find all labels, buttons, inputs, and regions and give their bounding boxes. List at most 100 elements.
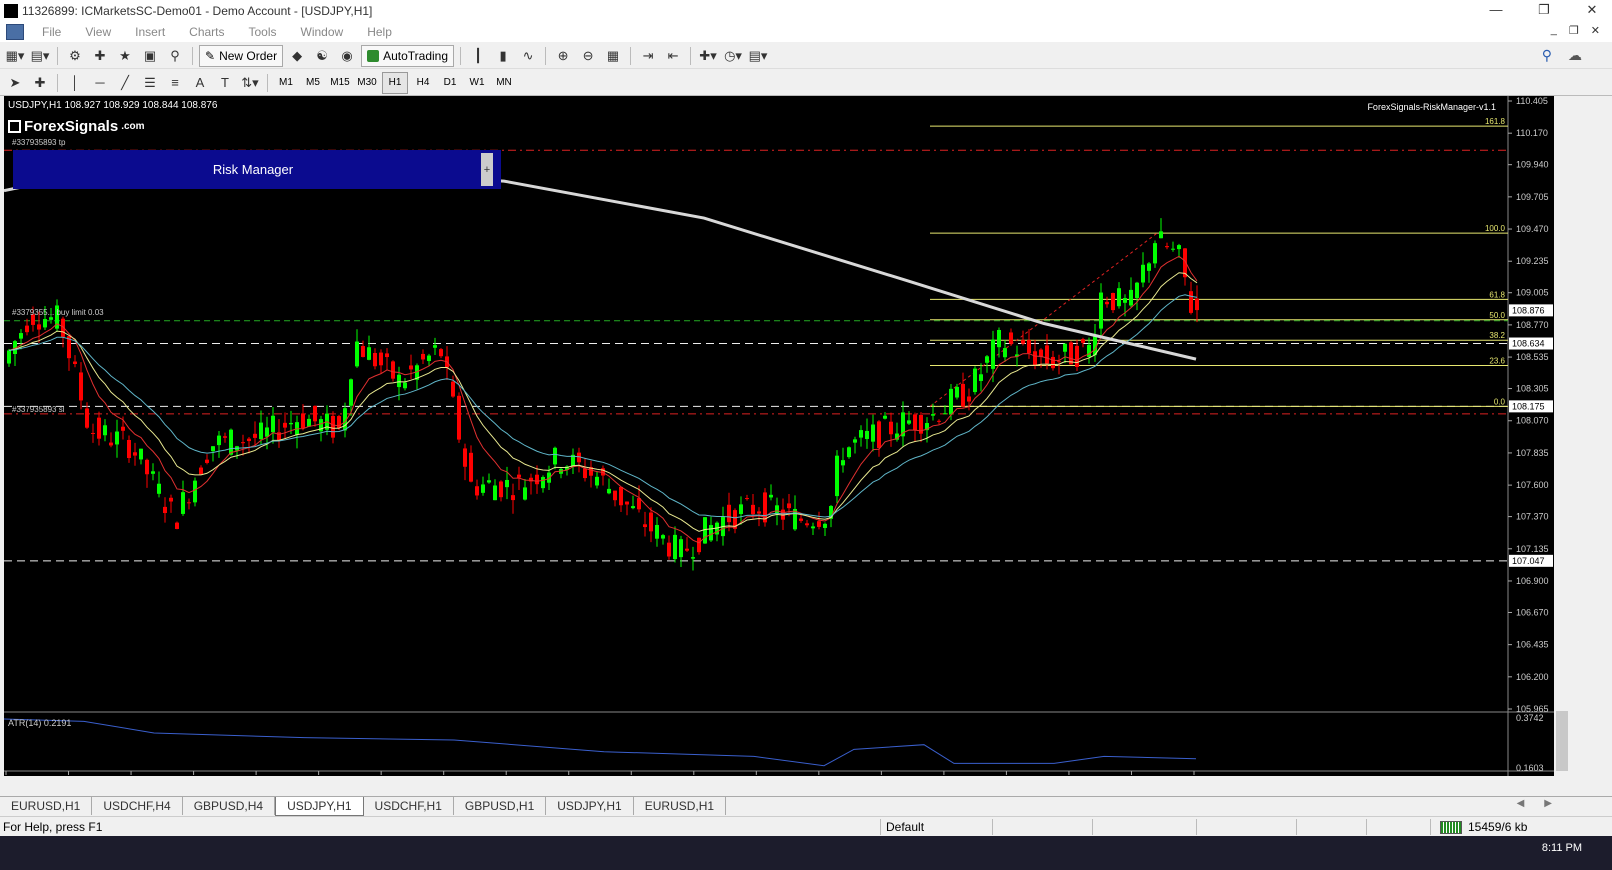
candlestick-chart-icon[interactable]: ▮ — [492, 46, 514, 66]
profiles-icon[interactable]: ▤▾ — [29, 46, 51, 66]
bar-chart-icon[interactable]: ┃ — [467, 46, 489, 66]
tab-eurusd-h1[interactable]: EURUSD,H1 — [0, 797, 93, 815]
candle-body — [613, 490, 617, 501]
horizontal-line-icon[interactable]: ─ — [89, 73, 111, 93]
indicators-icon[interactable]: ✚▾ — [697, 46, 719, 66]
chart-window[interactable]: 110.405 110.170 109.940 109.705 109.470 109.2… — [4, 96, 1554, 776]
tf-w1[interactable]: W1 — [465, 73, 489, 93]
minimize-button[interactable]: — — [1486, 2, 1506, 18]
mdi-minimize-button[interactable]: _ — [1551, 24, 1557, 37]
price-chart[interactable]: 110.405 110.170 109.940 109.705 109.470 109.2… — [4, 96, 1554, 776]
market-icon[interactable]: ◉ — [336, 46, 358, 66]
candle-body — [811, 526, 815, 529]
tf-h1[interactable]: H1 — [382, 71, 408, 94]
candle-body — [1075, 345, 1079, 367]
arrows-icon[interactable]: ⇅▾ — [239, 73, 261, 93]
risk-manager-panel[interactable]: Risk Manager + — [13, 150, 501, 189]
mdi-restore-button[interactable]: ❐ — [1569, 24, 1579, 37]
tf-m1[interactable]: M1 — [274, 73, 298, 93]
periods-icon[interactable]: ◷▾ — [722, 46, 744, 66]
tab-gbpusd-h4[interactable]: GBPUSD,H4 — [183, 797, 276, 815]
vertical-line-icon[interactable]: │ — [64, 73, 86, 93]
maximize-button[interactable]: ❐ — [1534, 2, 1554, 18]
ema-medium-line — [8, 272, 1198, 532]
tf-mn[interactable]: MN — [492, 73, 516, 93]
candle-body — [103, 425, 107, 436]
candle-body — [463, 448, 467, 467]
menu-charts[interactable]: Charts — [177, 25, 236, 39]
tab-usdjpy-h1[interactable]: USDJPY,H1 — [275, 797, 364, 816]
autotrading-button[interactable]: AutoTrading — [361, 44, 455, 67]
candle-body — [1081, 339, 1085, 343]
tab-eurusd-h1-2[interactable]: EURUSD,H1 — [634, 797, 727, 815]
metaeditor-icon[interactable]: ◆ — [286, 46, 308, 66]
navigator-icon[interactable]: ★ — [114, 46, 136, 66]
zoom-in-icon[interactable]: ⊕ — [552, 46, 574, 66]
candle-body — [373, 352, 377, 367]
candle-body — [769, 494, 773, 498]
menu-tools[interactable]: Tools — [237, 25, 289, 39]
scrollbar-thumb[interactable] — [1556, 711, 1568, 771]
candle-body — [1033, 351, 1037, 366]
candle-body — [85, 408, 89, 428]
trendline-icon[interactable]: ╱ — [114, 73, 136, 93]
channel-icon[interactable]: ☰ — [139, 73, 161, 93]
tab-scroll-arrows[interactable]: ◀▶ — [1517, 798, 1572, 809]
document-icon[interactable] — [6, 24, 24, 40]
candle-body — [307, 418, 311, 427]
tab-usdchf-h1[interactable]: USDCHF,H1 — [364, 797, 454, 815]
connection-status[interactable]: 15459/6 kb — [1440, 820, 1527, 834]
terminal-icon[interactable]: ▣ — [139, 46, 161, 66]
mdi-close-button[interactable]: ✕ — [1591, 24, 1600, 37]
tf-m30[interactable]: M30 — [355, 73, 379, 93]
zoom-out-icon[interactable]: ⊖ — [577, 46, 599, 66]
tab-gbpusd-h1[interactable]: GBPUSD,H1 — [454, 797, 547, 815]
tf-m15[interactable]: M15 — [328, 73, 352, 93]
candle-body — [619, 486, 623, 506]
menu-file[interactable]: File — [30, 25, 73, 39]
tab-usdjpy-h1-2[interactable]: USDJPY,H1 — [546, 797, 634, 815]
chart-shift-icon[interactable]: ⇤ — [662, 46, 684, 66]
candle-body — [391, 361, 395, 379]
signals-icon[interactable]: ☯ — [311, 46, 333, 66]
new-chart-icon[interactable]: ▦▾ — [4, 46, 26, 66]
candle-body — [331, 415, 335, 438]
fibonacci-icon[interactable]: ≡ — [164, 73, 186, 93]
data-window-icon[interactable]: ✚ — [89, 46, 111, 66]
text-icon[interactable]: A — [189, 73, 211, 93]
search-icon[interactable]: ⚲ — [1542, 47, 1552, 64]
standard-toolbar: ▦▾ ▤▾ ⚙ ✚ ★ ▣ ⚲ ✎ New Order ◆ ☯ ◉ AutoTra… — [0, 43, 1612, 69]
auto-scroll-icon[interactable]: ⇥ — [637, 46, 659, 66]
tab-usdchf-h4[interactable]: USDCHF,H4 — [92, 797, 183, 815]
right-scrollbar[interactable] — [1556, 96, 1568, 776]
tile-windows-icon[interactable]: ▦ — [602, 46, 624, 66]
atr-line — [4, 718, 1197, 767]
crosshair-icon[interactable]: ✚ — [29, 73, 51, 93]
market-watch-icon[interactable]: ⚙ — [64, 46, 86, 66]
new-order-button[interactable]: ✎ New Order — [199, 44, 284, 67]
close-button[interactable]: ✕ — [1582, 2, 1602, 18]
text-label-icon[interactable]: T — [214, 73, 236, 93]
chat-icon[interactable]: ☁ — [1568, 47, 1582, 64]
cursor-icon[interactable]: ➤ — [4, 73, 26, 93]
risk-manager-expand-button[interactable]: + — [481, 153, 493, 186]
candle-body — [481, 484, 485, 493]
candle-body — [643, 524, 647, 528]
line-chart-icon[interactable]: ∿ — [517, 46, 539, 66]
tf-h4[interactable]: H4 — [411, 73, 435, 93]
candle-body — [535, 474, 539, 485]
candle-body — [361, 346, 365, 357]
price-axis-label: 109.235 — [1516, 256, 1549, 266]
tf-m5[interactable]: M5 — [301, 73, 325, 93]
candle-body — [637, 498, 641, 510]
menu-insert[interactable]: Insert — [123, 25, 177, 39]
tf-d1[interactable]: D1 — [438, 73, 462, 93]
strategy-tester-icon[interactable]: ⚲ — [164, 46, 186, 66]
menu-window[interactable]: Window — [289, 25, 356, 39]
templates-icon[interactable]: ▤▾ — [747, 46, 769, 66]
menu-help[interactable]: Help — [355, 25, 404, 39]
candle-body — [739, 504, 743, 515]
candle-body — [523, 487, 527, 500]
help-text: For Help, press F1 — [3, 820, 103, 834]
menu-view[interactable]: View — [73, 25, 123, 39]
